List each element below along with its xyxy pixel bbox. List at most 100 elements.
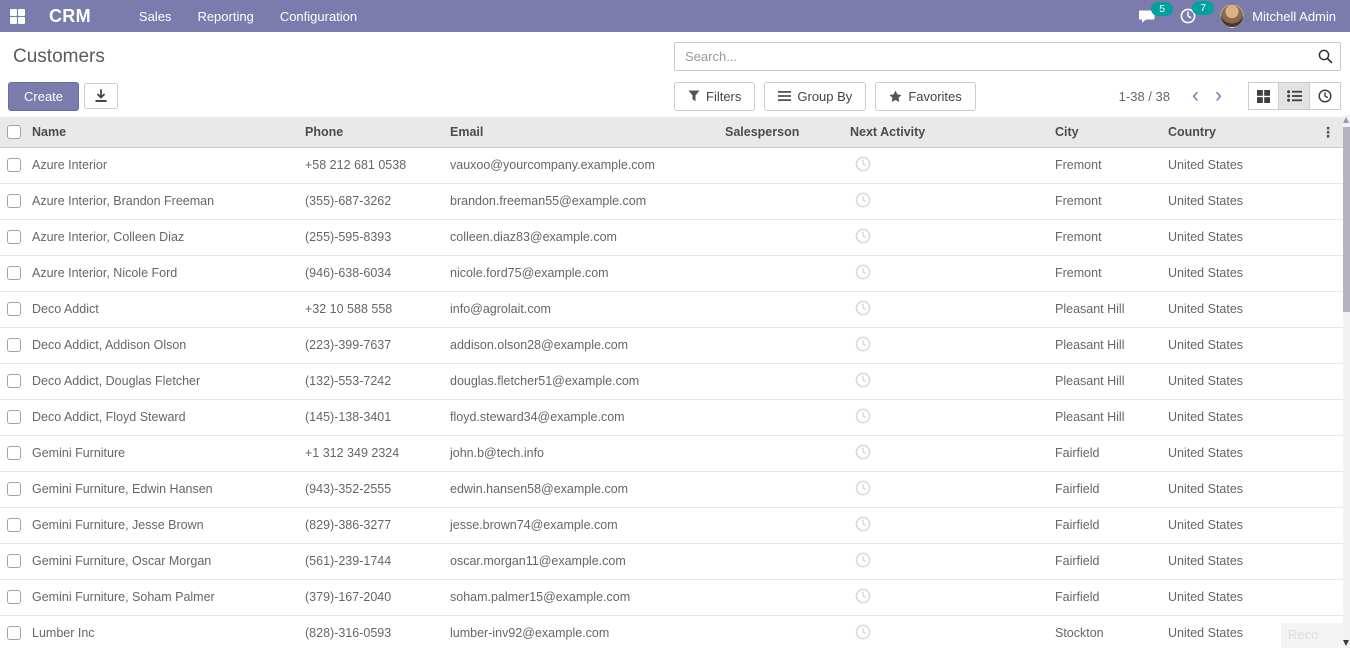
table-row[interactable]: Deco Addict, Addison Olson (223)-399-763… — [0, 327, 1343, 363]
cell-salesperson — [720, 507, 845, 543]
row-checkbox[interactable] — [7, 482, 21, 496]
cell-email: lumber-inv92@example.com — [445, 615, 720, 648]
kanban-view-button[interactable] — [1248, 82, 1279, 110]
next-activity-clock-icon[interactable] — [855, 552, 871, 571]
create-button[interactable]: Create — [8, 82, 79, 111]
row-checkbox[interactable] — [7, 158, 21, 172]
kanban-view-icon — [1257, 90, 1270, 103]
cell-name: Azure Interior, Brandon Freeman — [27, 183, 300, 219]
row-checkbox[interactable] — [7, 374, 21, 388]
table-row[interactable]: Gemini Furniture, Jesse Brown (829)-386-… — [0, 507, 1343, 543]
menu-sales[interactable]: Sales — [139, 9, 172, 24]
cell-phone: +58 212 681 0538 — [300, 147, 445, 183]
table-row[interactable]: Gemini Furniture +1 312 349 2324 john.b@… — [0, 435, 1343, 471]
menu-configuration[interactable]: Configuration — [280, 9, 357, 24]
cell-email: edwin.hansen58@example.com — [445, 471, 720, 507]
table-row[interactable]: Deco Addict, Floyd Steward (145)-138-340… — [0, 399, 1343, 435]
cell-email: john.b@tech.info — [445, 435, 720, 471]
cell-city: Pleasant Hill — [1050, 363, 1163, 399]
next-activity-clock-icon[interactable] — [855, 192, 871, 211]
next-activity-clock-icon[interactable] — [855, 408, 871, 427]
group-by-button[interactable]: Group By — [764, 82, 866, 111]
header-city[interactable]: City — [1050, 117, 1163, 147]
table-row[interactable]: Gemini Furniture, Oscar Morgan (561)-239… — [0, 543, 1343, 579]
table-row[interactable]: Deco Addict +32 10 588 558 info@agrolait… — [0, 291, 1343, 327]
cell-country: United States — [1163, 147, 1270, 183]
cell-next-activity — [845, 291, 1050, 327]
pager-previous-button[interactable]: ‹ — [1184, 86, 1207, 106]
row-checkbox[interactable] — [7, 590, 21, 604]
cell-city: Fairfield — [1050, 579, 1163, 615]
next-activity-clock-icon[interactable] — [855, 156, 871, 175]
favorites-button[interactable]: Favorites — [875, 82, 975, 111]
cell-next-activity — [845, 147, 1050, 183]
row-checkbox[interactable] — [7, 446, 21, 460]
row-checkbox[interactable] — [7, 518, 21, 532]
row-checkbox[interactable] — [7, 554, 21, 568]
vertical-scrollbar[interactable] — [1343, 115, 1350, 648]
optional-columns-icon[interactable]: ⋮ — [1321, 124, 1335, 141]
scroll-up-arrow[interactable] — [1343, 117, 1349, 123]
activity-view-button[interactable] — [1310, 82, 1341, 110]
messages-button[interactable]: 5 — [1139, 9, 1156, 24]
next-activity-clock-icon[interactable] — [855, 624, 871, 643]
row-checkbox[interactable] — [7, 266, 21, 280]
row-checkbox[interactable] — [7, 302, 21, 316]
triple-bars-icon — [778, 90, 791, 102]
cell-city: Pleasant Hill — [1050, 399, 1163, 435]
row-checkbox[interactable] — [7, 230, 21, 244]
user-menu[interactable]: Mitchell Admin — [1220, 4, 1336, 28]
search-icon[interactable] — [1318, 49, 1333, 64]
search-input[interactable] — [674, 42, 1341, 71]
cell-city: Fremont — [1050, 255, 1163, 291]
cell-name: Deco Addict, Floyd Steward — [27, 399, 300, 435]
next-activity-clock-icon[interactable] — [855, 588, 871, 607]
cell-city: Fremont — [1050, 183, 1163, 219]
cell-city: Pleasant Hill — [1050, 327, 1163, 363]
table-row[interactable]: Azure Interior, Brandon Freeman (355)-68… — [0, 183, 1343, 219]
row-checkbox[interactable] — [7, 338, 21, 352]
next-activity-clock-icon[interactable] — [855, 300, 871, 319]
export-button[interactable] — [84, 83, 118, 109]
next-activity-clock-icon[interactable] — [855, 228, 871, 247]
header-salesperson[interactable]: Salesperson — [720, 117, 845, 147]
header-name[interactable]: Name — [27, 117, 300, 147]
table-row[interactable]: Azure Interior, Nicole Ford (946)-638-60… — [0, 255, 1343, 291]
table-row[interactable]: Lumber Inc (828)-316-0593 lumber-inv92@e… — [0, 615, 1343, 648]
next-activity-clock-icon[interactable] — [855, 372, 871, 391]
pager-text: 1-38 / 38 — [1119, 89, 1170, 104]
menu-reporting[interactable]: Reporting — [197, 9, 253, 24]
pager-next-button[interactable]: › — [1207, 86, 1230, 106]
next-activity-clock-icon[interactable] — [855, 444, 871, 463]
list-view-button[interactable] — [1279, 82, 1310, 110]
row-checkbox[interactable] — [7, 410, 21, 424]
filters-button[interactable]: Filters — [674, 82, 755, 111]
cell-email: soham.palmer15@example.com — [445, 579, 720, 615]
row-checkbox[interactable] — [7, 626, 21, 640]
select-all-checkbox[interactable] — [7, 125, 21, 139]
header-country[interactable]: Country — [1163, 117, 1270, 147]
header-next-activity[interactable]: Next Activity — [845, 117, 1050, 147]
scrollbar-thumb[interactable] — [1343, 127, 1350, 312]
next-activity-clock-icon[interactable] — [855, 516, 871, 535]
header-email[interactable]: Email — [445, 117, 720, 147]
cell-phone: (379)-167-2040 — [300, 579, 445, 615]
next-activity-clock-icon[interactable] — [855, 336, 871, 355]
apps-menu-icon[interactable] — [10, 9, 25, 24]
table-row[interactable]: Azure Interior +58 212 681 0538 vauxoo@y… — [0, 147, 1343, 183]
row-checkbox[interactable] — [7, 194, 21, 208]
activities-button[interactable]: 7 — [1180, 8, 1196, 24]
next-activity-clock-icon[interactable] — [855, 480, 871, 499]
next-activity-clock-icon[interactable] — [855, 264, 871, 283]
header-phone[interactable]: Phone — [300, 117, 445, 147]
scroll-down-arrow[interactable] — [1343, 640, 1349, 646]
cell-name: Deco Addict, Douglas Fletcher — [27, 363, 300, 399]
table-row[interactable]: Gemini Furniture, Soham Palmer (379)-167… — [0, 579, 1343, 615]
table-row[interactable]: Azure Interior, Colleen Diaz (255)-595-8… — [0, 219, 1343, 255]
cell-next-activity — [845, 327, 1050, 363]
cell-name: Azure Interior, Nicole Ford — [27, 255, 300, 291]
cell-phone: (255)-595-8393 — [300, 219, 445, 255]
table-row[interactable]: Gemini Furniture, Edwin Hansen (943)-352… — [0, 471, 1343, 507]
cell-name: Gemini Furniture, Soham Palmer — [27, 579, 300, 615]
table-row[interactable]: Deco Addict, Douglas Fletcher (132)-553-… — [0, 363, 1343, 399]
